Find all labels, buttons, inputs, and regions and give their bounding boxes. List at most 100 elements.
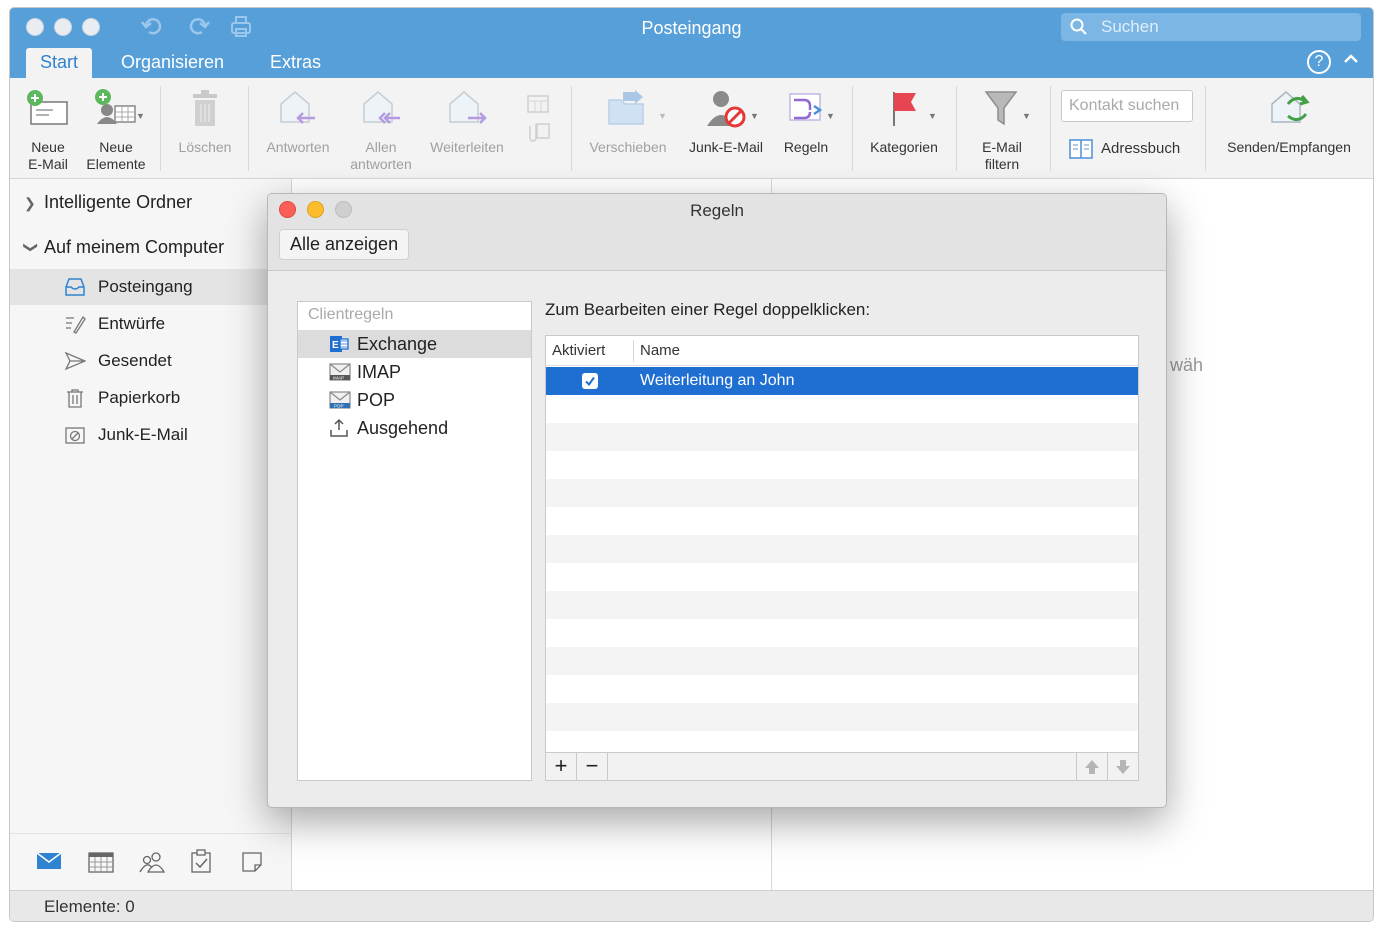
inbox-icon bbox=[65, 278, 85, 296]
empty-row bbox=[546, 591, 1138, 619]
address-book-button[interactable]: Adressbuch bbox=[1068, 138, 1180, 160]
search-field[interactable]: Suchen bbox=[1061, 13, 1361, 41]
empty-row bbox=[546, 731, 1138, 752]
folder-sent-label: Gesendet bbox=[98, 351, 172, 370]
empty-row bbox=[546, 423, 1138, 451]
dialog-title: Regeln bbox=[690, 201, 744, 220]
move-button[interactable]: ▼ Verschieben bbox=[582, 78, 674, 179]
junk-mail-label: Junk-E-Mail bbox=[689, 139, 763, 155]
arrow-down-icon bbox=[1116, 760, 1130, 774]
account-pop-label: POP bbox=[357, 390, 396, 410]
empty-row bbox=[546, 563, 1138, 591]
people-icon[interactable] bbox=[138, 851, 166, 873]
flag-icon bbox=[893, 92, 916, 126]
account-outgoing-label: Ausgehend bbox=[357, 418, 449, 438]
rule-row[interactable]: Weiterleitung an John bbox=[546, 367, 1138, 395]
new-items-button[interactable]: ▼ Neue Elemente bbox=[82, 78, 150, 179]
forward-label: Weiterleiten bbox=[430, 139, 504, 155]
account-exchange-label: Exchange bbox=[357, 334, 438, 354]
forward-button[interactable]: Weiterleiten bbox=[422, 78, 512, 179]
folder-drafts[interactable]: Entwürfe bbox=[10, 306, 292, 342]
sent-icon bbox=[64, 351, 86, 371]
tab-extras[interactable]: Extras bbox=[256, 48, 335, 78]
search-icon bbox=[1070, 18, 1087, 35]
tab-start[interactable]: Start bbox=[26, 48, 93, 78]
new-email-label: Neue E-Mail bbox=[28, 139, 68, 172]
junk-mail-button[interactable]: ▼ Junk-E-Mail bbox=[678, 78, 774, 179]
address-book-label: Adressbuch bbox=[1101, 139, 1181, 157]
show-all-button[interactable]: Alle anzeigen bbox=[279, 229, 410, 260]
column-enabled[interactable]: Aktiviert bbox=[552, 342, 605, 359]
reply-label: Antworten bbox=[266, 139, 330, 155]
contact-search-input[interactable]: Kontakt suchen bbox=[1061, 90, 1193, 122]
drafts-icon bbox=[66, 315, 86, 334]
empty-row bbox=[546, 451, 1138, 479]
rules-dialog: Regeln Alle anzeigen Clientregeln E Exch… bbox=[267, 193, 1167, 808]
delete-button[interactable]: Löschen bbox=[170, 78, 240, 179]
checkmark-icon bbox=[585, 376, 595, 387]
account-exchange[interactable]: E Exchange bbox=[298, 330, 531, 358]
empty-row bbox=[546, 507, 1138, 535]
account-list: Clientregeln E Exchange IMAP IMAP POP PO… bbox=[297, 301, 532, 781]
column-name[interactable]: Name bbox=[640, 342, 680, 359]
ribbon: Neue E-Mail ▼ Neue Elemente Löschen Antw… bbox=[10, 78, 1373, 179]
empty-row bbox=[546, 395, 1138, 423]
calendar-icon[interactable] bbox=[88, 851, 114, 873]
filter-email-button[interactable]: ▼ E-Mail filtern bbox=[966, 78, 1038, 179]
rules-table: Aktiviert Name Weiterleitung an John bbox=[545, 335, 1139, 753]
on-my-computer-section[interactable]: ❯ Auf meinem Computer bbox=[24, 237, 225, 258]
move-rule-down-button[interactable] bbox=[1107, 753, 1138, 780]
tab-organisieren[interactable]: Organisieren bbox=[107, 48, 238, 78]
folder-trash[interactable]: Papierkorb bbox=[10, 380, 292, 416]
filter-funnel-icon bbox=[984, 91, 1018, 126]
empty-row bbox=[546, 479, 1138, 507]
account-imap[interactable]: IMAP IMAP bbox=[298, 358, 531, 386]
smart-folders-section[interactable]: ❯ Intelligente Ordner bbox=[24, 192, 192, 213]
tasks-icon[interactable] bbox=[190, 849, 212, 873]
move-label: Verschieben bbox=[589, 139, 667, 155]
junk-mail-icon bbox=[707, 91, 746, 128]
send-receive-icon bbox=[1271, 91, 1310, 123]
junk-folder-icon bbox=[65, 427, 85, 444]
meeting-attachment-icons bbox=[527, 95, 550, 142]
categories-button[interactable]: ▼ Kategorien bbox=[862, 78, 946, 179]
forward-icon bbox=[449, 91, 487, 124]
arrow-up-icon bbox=[1085, 760, 1099, 774]
send-receive-button[interactable]: Senden/Empfangen bbox=[1214, 78, 1364, 179]
folder-inbox[interactable]: Posteingang bbox=[10, 269, 292, 305]
help-icon[interactable]: ? bbox=[1307, 50, 1331, 74]
add-rule-button[interactable]: + bbox=[546, 753, 577, 780]
rules-button[interactable]: ▼ Regeln bbox=[778, 78, 835, 179]
mail-icon[interactable] bbox=[36, 851, 62, 871]
svg-text:E: E bbox=[332, 340, 339, 351]
new-email-icon bbox=[27, 90, 68, 125]
new-email-button[interactable]: Neue E-Mail bbox=[22, 78, 74, 179]
folder-junk[interactable]: Junk-E-Mail bbox=[10, 417, 292, 453]
collapse-ribbon-icon[interactable] bbox=[1343, 52, 1359, 64]
svg-text:IMAP: IMAP bbox=[333, 376, 344, 381]
rules-instruction: Zum Bearbeiten einer Regel doppelklicken… bbox=[545, 300, 871, 319]
item-count: Elemente: 0 bbox=[44, 897, 135, 916]
filter-email-label: E-Mail filtern bbox=[982, 139, 1022, 172]
empty-row bbox=[546, 675, 1138, 703]
pop-icon: POP bbox=[329, 391, 351, 409]
account-outgoing[interactable]: Ausgehend bbox=[298, 414, 531, 442]
folder-junk-label: Junk-E-Mail bbox=[98, 425, 188, 444]
reply-all-icon bbox=[363, 91, 400, 124]
folder-inbox-label: Posteingang bbox=[98, 277, 193, 296]
title-bar: Posteingang Suchen Start Organisieren Ex… bbox=[10, 8, 1373, 78]
reply-button[interactable]: Antworten bbox=[258, 78, 338, 179]
notes-icon[interactable] bbox=[241, 851, 263, 873]
account-pop[interactable]: POP POP bbox=[298, 386, 531, 414]
rule-name: Weiterleitung an John bbox=[640, 372, 795, 389]
rule-enabled-checkbox[interactable] bbox=[582, 373, 598, 389]
address-book-icon bbox=[1069, 139, 1093, 159]
move-folder-icon bbox=[608, 90, 644, 125]
move-rule-up-button[interactable] bbox=[1076, 753, 1107, 780]
new-items-icon bbox=[95, 89, 136, 124]
remove-rule-button[interactable]: − bbox=[577, 753, 608, 780]
reply-all-button[interactable]: Allen antworten bbox=[343, 78, 419, 179]
folder-sent[interactable]: Gesendet bbox=[10, 343, 292, 379]
dialog-header: Regeln Alle anzeigen bbox=[268, 194, 1166, 271]
new-items-label: Neue Elemente bbox=[86, 139, 146, 172]
